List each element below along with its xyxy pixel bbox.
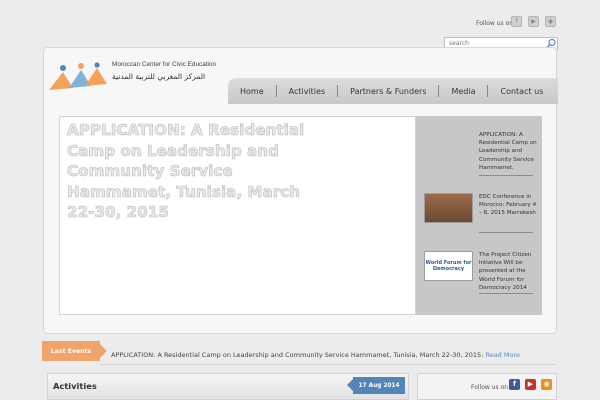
- slide-thumbnail[interactable]: [424, 193, 473, 223]
- logo-text-en: Moroccan Center for Civic Education: [112, 61, 217, 68]
- last-events-label: Last Events: [42, 341, 107, 361]
- social-links-top: f ▶ ◉: [511, 16, 556, 27]
- read-more-link[interactable]: Read More: [485, 351, 520, 359]
- ticker-text[interactable]: APPLICATION: A Residential Camp on Leade…: [111, 351, 483, 359]
- events-ticker: APPLICATION: A Residential Camp on Leade…: [111, 351, 520, 359]
- main-nav: Home Activities Partners & Funders Media…: [228, 78, 558, 104]
- slide-title[interactable]: APPLICATION: A Residential Camp on Leade…: [67, 120, 317, 223]
- nav-activities[interactable]: Activities: [277, 87, 338, 96]
- nav-contact[interactable]: Contact us: [488, 87, 555, 96]
- slider-side-item-3[interactable]: The Project Citizen intiative Will be pr…: [479, 251, 535, 292]
- activities-title: Activities: [53, 381, 97, 391]
- slider-side-item-1[interactable]: APPLICATION: A Residential Camp on Leade…: [479, 131, 539, 172]
- slider-side-item-2[interactable]: EDC Conference in Morocco: February 4 – …: [479, 193, 537, 218]
- slide-thumbnail[interactable]: World Forum for Democracy: [424, 251, 473, 281]
- facebook-icon[interactable]: f: [511, 16, 522, 27]
- rss-icon[interactable]: ◉: [541, 379, 552, 390]
- facebook-icon[interactable]: f: [509, 379, 520, 390]
- thumbnail-text: World Forum for Democracy: [425, 260, 472, 272]
- nav-partners-funders[interactable]: Partners & Funders: [338, 87, 438, 96]
- rss-icon[interactable]: ◉: [545, 16, 556, 27]
- follow-us-label: Follow us on :: [471, 384, 512, 391]
- divider: [479, 232, 533, 233]
- youtube-icon[interactable]: ▶: [528, 16, 539, 27]
- divider: [100, 364, 556, 365]
- nav-home[interactable]: Home: [228, 87, 276, 96]
- logo-icon[interactable]: [47, 62, 109, 92]
- date-badge: 17 Aug 2014: [347, 377, 405, 394]
- social-links-bottom: f ▶ ◉: [509, 379, 552, 390]
- nav-media[interactable]: Media: [439, 87, 487, 96]
- divider: [479, 175, 533, 176]
- logo-text-ar: المركز المغربي للتربية المدنية: [112, 72, 206, 81]
- youtube-icon[interactable]: ▶: [525, 379, 536, 390]
- divider: [479, 293, 533, 294]
